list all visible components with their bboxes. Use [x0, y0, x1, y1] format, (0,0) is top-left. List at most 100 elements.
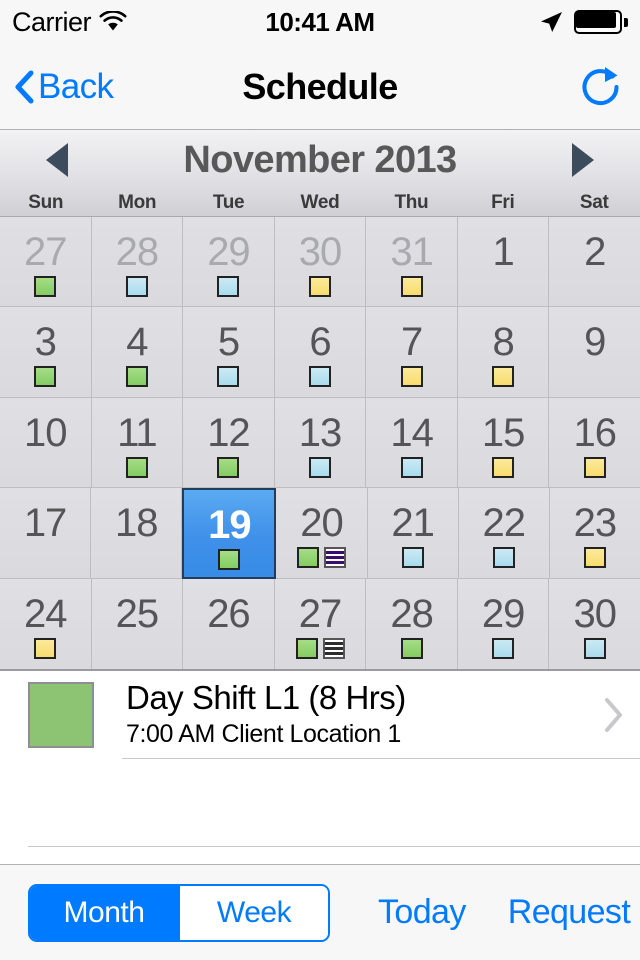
event-markers	[296, 547, 346, 569]
day-number: 11	[117, 410, 158, 455]
calendar-day-cell-28[interactable]: 28	[366, 578, 458, 670]
calendar-day-cell-9[interactable]: 9	[549, 307, 640, 398]
calendar-day-cell-5[interactable]: 5	[183, 307, 275, 398]
day-number: 2	[584, 230, 606, 274]
day-number: 19	[208, 503, 251, 548]
day-number: 27	[24, 230, 67, 274]
event-marker-yellow	[400, 276, 423, 297]
calendar-day-cell-6[interactable]: 6	[274, 307, 367, 398]
day-number: 24	[24, 591, 67, 636]
calendar-day-cell-10[interactable]: 10	[0, 397, 92, 489]
calendar-day-cell-14[interactable]: 14	[366, 397, 458, 489]
list-separator	[28, 846, 640, 847]
day-number: 15	[481, 410, 525, 455]
calendar-day-cell-24[interactable]: 24	[0, 578, 92, 670]
event-markers	[125, 366, 148, 388]
weekday-label-mon: Mon	[118, 192, 157, 213]
day-number: 14	[390, 410, 433, 455]
day-number: 31	[390, 230, 433, 274]
today-button[interactable]: Today	[378, 893, 466, 932]
navigation-bar: Back Schedule	[0, 44, 640, 130]
calendar-day-cell-27[interactable]: 27	[0, 217, 92, 308]
event-marker-gray-striped	[322, 637, 345, 659]
calendar-day-cell-13[interactable]: 13	[274, 397, 367, 489]
list-separator	[122, 758, 640, 759]
event-marker-blue	[217, 366, 240, 388]
day-number: 9	[584, 320, 606, 365]
event-markers	[492, 637, 515, 659]
calendar-day-cell-7[interactable]: 7	[366, 307, 458, 398]
day-number: 3	[34, 320, 57, 365]
segment-month[interactable]: Month	[30, 885, 178, 940]
calendar-day-cell-12[interactable]: 12	[183, 397, 275, 489]
carrier-label: Carrier	[12, 6, 92, 37]
status-bar-right	[538, 9, 628, 35]
event-markers	[492, 366, 515, 388]
event-marker-green	[400, 637, 423, 659]
weekday-label-sun: Sun	[28, 192, 64, 213]
day-number: 1	[492, 230, 515, 274]
calendar-day-cell-30[interactable]: 30	[549, 578, 640, 670]
calendar-day-cell-27[interactable]: 27	[274, 578, 367, 670]
triangle-left-icon[interactable]	[46, 143, 68, 177]
calendar-day-cell-1[interactable]: 1	[457, 217, 550, 308]
back-button[interactable]: Back	[14, 67, 114, 107]
calendar-day-cell-28[interactable]: 28	[91, 217, 184, 308]
event-list: Day Shift L1 (8 Hrs) 7:00 AM Client Locat…	[0, 671, 640, 864]
event-markers	[492, 547, 515, 569]
calendar-day-cell-18[interactable]: 18	[91, 488, 183, 579]
calendar-day-cell-4[interactable]: 4	[91, 307, 184, 398]
calendar-week-row: 10 11 12 13 14 15 16	[0, 397, 640, 489]
calendar-day-cell-20[interactable]: 20	[276, 488, 368, 579]
event-markers	[217, 366, 240, 388]
event-marker-green	[295, 637, 318, 659]
calendar-day-cell-19[interactable]: 19	[182, 488, 277, 579]
calendar-day-cell-11[interactable]: 11	[91, 397, 184, 489]
event-marker-yellow	[583, 547, 606, 569]
event-marker-blue	[401, 547, 424, 569]
calendar-day-cell-23[interactable]: 23	[549, 488, 640, 579]
day-number: 30	[573, 591, 617, 636]
event-title: Day Shift L1 (8 Hrs)	[126, 679, 406, 716]
calendar-day-cell-29[interactable]: 29	[457, 578, 550, 670]
chevron-left-icon	[14, 70, 34, 104]
event-marker-blue	[125, 276, 148, 297]
event-marker-green	[125, 366, 148, 388]
refresh-icon[interactable]	[576, 62, 626, 112]
request-button[interactable]: Request	[508, 893, 631, 932]
calendar-day-cell-30[interactable]: 30	[274, 217, 367, 308]
calendar-day-cell-25[interactable]: 25	[91, 578, 184, 670]
wifi-icon	[99, 10, 127, 33]
day-number: 20	[300, 501, 343, 546]
calendar-day-cell-17[interactable]: 17	[0, 488, 92, 579]
calendar-day-cell-21[interactable]: 21	[367, 488, 459, 579]
event-list-item[interactable]: Day Shift L1 (8 Hrs) 7:00 AM Client Locat…	[0, 671, 640, 759]
calendar-day-cell-8[interactable]: 8	[457, 307, 550, 398]
event-marker-green	[34, 366, 57, 388]
calendar-day-cell-22[interactable]: 22	[458, 488, 550, 579]
view-mode-segmented-control[interactable]: Month Week	[28, 883, 330, 942]
event-marker-blue	[492, 637, 515, 659]
event-marker-yellow	[583, 456, 606, 478]
event-marker-green	[34, 276, 57, 297]
event-markers	[34, 637, 57, 659]
segment-week[interactable]: Week	[178, 885, 328, 940]
calendar-day-cell-2[interactable]: 2	[549, 217, 640, 308]
day-number: 7	[400, 320, 423, 365]
day-number: 18	[114, 501, 158, 546]
calendar-day-cell-16[interactable]: 16	[549, 397, 640, 489]
event-marker-yellow	[309, 276, 332, 297]
event-marker-yellow	[492, 366, 515, 388]
calendar-day-cell-26[interactable]: 26	[183, 578, 275, 670]
day-number: 28	[115, 230, 159, 274]
event-markers	[400, 276, 423, 297]
calendar-day-cell-31[interactable]: 31	[366, 217, 458, 308]
calendar-week-row: 24 25 26 27 28 29 30	[0, 578, 640, 670]
calendar-day-cell-15[interactable]: 15	[457, 397, 550, 489]
day-number: 26	[207, 591, 250, 636]
calendar-day-cell-3[interactable]: 3	[0, 307, 92, 398]
event-markers	[583, 637, 606, 659]
calendar-day-cell-29[interactable]: 29	[183, 217, 275, 308]
day-number: 16	[573, 410, 617, 455]
triangle-right-icon[interactable]	[571, 143, 594, 177]
